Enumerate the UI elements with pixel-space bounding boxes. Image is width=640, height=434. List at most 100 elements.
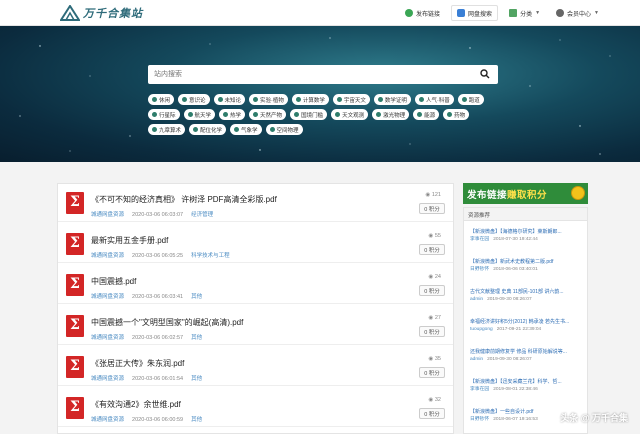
item-source[interactable]: 城通网盘资源 bbox=[91, 335, 124, 341]
item-category[interactable]: 其他 bbox=[191, 294, 202, 300]
recommend-user[interactable]: 日野钞怀 bbox=[470, 417, 489, 422]
list-item[interactable]: Σ 中国震撼.pdf 城通网盘资源 2020-03-06 06:03:41 其他 ◉… bbox=[58, 266, 453, 304]
tag[interactable]: 人气·科普 bbox=[414, 94, 454, 105]
pdf-file-icon: Σ bbox=[66, 192, 84, 214]
recommend-item[interactable]: 【新浪微盘】【海德格尔研究】莱斯朗郎... 李事在园 2018-07-30 19:… bbox=[470, 228, 582, 254]
item-category[interactable]: 科学技术与工程 bbox=[191, 253, 230, 259]
watermark: 头条 @ 万千合集 bbox=[545, 411, 628, 424]
tag[interactable]: 行星际 bbox=[148, 109, 180, 120]
list-item[interactable]: Σ 《不可不知的经济真相》 许树泽 PDF高清全彩版.pdf 城通网盘资源 202… bbox=[58, 184, 453, 222]
tag[interactable]: 国境门槛 bbox=[290, 109, 328, 120]
tag-label: 能源 bbox=[424, 112, 436, 119]
recommend-user[interactable]: 李事在园 bbox=[470, 387, 489, 392]
tag[interactable]: 数学证明 bbox=[373, 94, 411, 105]
search-input[interactable] bbox=[154, 68, 474, 81]
recommend-user[interactable]: admin bbox=[470, 357, 483, 362]
item-title[interactable]: 中国震撼一个"文明型国家"的崛起(高清).pdf bbox=[91, 317, 243, 328]
item-source[interactable]: 城通网盘资源 bbox=[91, 417, 124, 423]
search-icon[interactable] bbox=[480, 69, 490, 79]
tag[interactable]: 药物 bbox=[443, 109, 470, 120]
recommend-user[interactable]: tuoupgong bbox=[470, 327, 493, 332]
user-icon bbox=[556, 9, 565, 17]
tag[interactable]: 能源 bbox=[413, 109, 440, 120]
recommend-title[interactable]: 【新浪微盘】【迅安采藏兰花】科学、哲... bbox=[470, 378, 582, 386]
recommend-user[interactable]: 李事在园 bbox=[470, 237, 489, 242]
recommend-title[interactable]: 幸福经济讲好积5分(2012) 韩承凌 若先生书... bbox=[470, 318, 582, 326]
recommend-meta: 李事在园 2019-08-01 22:38:46 bbox=[470, 386, 582, 393]
item-title[interactable]: 《不可不知的经济真相》 许树泽 PDF高清全彩版.pdf bbox=[91, 194, 277, 205]
points-button[interactable]: 0 积分 bbox=[419, 326, 445, 337]
item-source[interactable]: 城通网盘资源 bbox=[91, 253, 124, 259]
view-count: ◉ 35 bbox=[428, 356, 441, 362]
view-count-value: 24 bbox=[434, 274, 441, 280]
recommend-item[interactable]: 古代文献整理 史典 11部民-101部 讲六韵... admin 2019-09-… bbox=[470, 288, 582, 314]
site-logo[interactable]: 万千合集站 bbox=[60, 4, 143, 22]
tag[interactable]: 航天学 bbox=[183, 109, 216, 120]
item-source[interactable]: 城通网盘资源 bbox=[91, 294, 124, 300]
recommend-title[interactable]: 还我健康前期修复学 修品 科研原始解说等... bbox=[470, 348, 582, 356]
logo-mountain-icon bbox=[60, 5, 80, 21]
tag-bullet-icon bbox=[335, 112, 341, 117]
recommend-title[interactable]: 【新浪微盘】【海德格尔研究】莱斯朗郎... bbox=[470, 228, 582, 236]
tag[interactable]: 热学 bbox=[219, 109, 246, 120]
tag[interactable]: 激光物理 bbox=[372, 109, 410, 120]
item-category[interactable]: 其他 bbox=[191, 335, 202, 341]
recommend-user[interactable]: admin bbox=[470, 297, 483, 302]
tag[interactable]: 天然产物 bbox=[249, 109, 287, 120]
item-title[interactable]: 中国震撼.pdf bbox=[91, 276, 136, 287]
earn-points-banner[interactable]: 发布链接赚取积分 bbox=[463, 183, 588, 204]
banner-text: 发布链接赚取积分 bbox=[467, 187, 547, 201]
points-button[interactable]: 0 积分 bbox=[419, 285, 445, 296]
publish-link-button[interactable]: 发布链接 bbox=[400, 5, 446, 21]
item-title[interactable]: 最新实用五金手册.pdf bbox=[91, 235, 168, 246]
list-item[interactable]: Σ 最新实用五金手册.pdf 城通网盘资源 2020-03-06 06:05:25… bbox=[58, 225, 453, 263]
recommend-user[interactable]: 日野钞怀 bbox=[470, 267, 489, 272]
tag[interactable]: 宇宙天文 bbox=[332, 94, 370, 105]
tag-bullet-icon bbox=[152, 112, 157, 117]
member-center-menu[interactable]: 会员中心 ▼ bbox=[551, 5, 604, 21]
tag[interactable]: 九章算术 bbox=[148, 124, 186, 135]
item-category[interactable]: 其他 bbox=[191, 417, 202, 423]
list-item[interactable]: Σ 《张居正大传》朱东润.pdf 城通网盘资源 2020-03-06 06:01:… bbox=[58, 348, 453, 386]
tag-bullet-icon bbox=[376, 112, 382, 117]
item-category[interactable]: 其他 bbox=[191, 376, 202, 382]
points-button[interactable]: 0 积分 bbox=[419, 244, 445, 255]
chevron-down-icon: ▼ bbox=[535, 10, 541, 16]
recommend-item[interactable]: 幸福经济讲好积5分(2012) 韩承凌 若先生书... tuoupgong 201… bbox=[470, 318, 582, 344]
item-title[interactable]: 《张居正大传》朱东润.pdf bbox=[91, 358, 184, 369]
item-title[interactable]: 《有效沟通2》余世维.pdf bbox=[91, 399, 181, 410]
points-button[interactable]: 0 积分 bbox=[419, 408, 445, 419]
cloud-search-button[interactable]: 网盘搜索 bbox=[451, 5, 499, 21]
tag[interactable]: 休闲 bbox=[148, 94, 175, 105]
recommend-title[interactable]: 【新浪微盘】新武术史教程第二版.pdf bbox=[470, 258, 582, 266]
list-item[interactable]: Σ 中国震撼一个"文明型国家"的崛起(高清).pdf 城通网盘资源 2020-03… bbox=[58, 307, 453, 345]
tag[interactable]: 配位化学 bbox=[189, 124, 227, 135]
category-menu[interactable]: 分类 ▼ bbox=[504, 5, 546, 21]
tag[interactable]: 空间物理 bbox=[265, 124, 303, 135]
tag-label: 航天学 bbox=[194, 112, 212, 119]
recommend-meta: tuoupgong 2017-09-21 22:39:04 bbox=[470, 326, 582, 333]
tag-bullet-icon bbox=[223, 112, 229, 117]
tag[interactable]: 跑道 bbox=[457, 94, 484, 105]
item-source[interactable]: 城通网盘资源 bbox=[91, 376, 124, 382]
tag[interactable]: 天文观测 bbox=[331, 109, 369, 120]
recommend-item[interactable]: 【新浪微盘】【迅安采藏兰花】科学、哲... 李事在园 2019-08-01 22:… bbox=[470, 378, 582, 404]
list-item[interactable]: Σ 《有效沟通2》余世维.pdf 城通网盘资源 2020-03-06 06:00:… bbox=[58, 389, 453, 427]
points-button[interactable]: 0 积分 bbox=[419, 367, 445, 378]
recommend-item[interactable]: 还我健康前期修复学 修品 科研原始解说等... admin 2019-09-30 … bbox=[470, 348, 582, 374]
tag-label: 国境门槛 bbox=[301, 112, 324, 119]
item-source[interactable]: 城通网盘资源 bbox=[91, 212, 124, 218]
tag-bullet-icon bbox=[182, 97, 188, 102]
points-button[interactable]: 0 积分 bbox=[419, 203, 445, 214]
item-category[interactable]: 经济管理 bbox=[191, 212, 213, 218]
tag[interactable]: 气象学 bbox=[230, 124, 262, 135]
tag[interactable]: 实验·植物 bbox=[249, 94, 288, 105]
publish-icon bbox=[405, 9, 414, 17]
tag[interactable]: 意识论 bbox=[178, 94, 210, 105]
tag-label: 天文观测 bbox=[342, 112, 365, 119]
tag[interactable]: 未知论 bbox=[213, 94, 246, 105]
tag[interactable]: 计算数学 bbox=[291, 94, 329, 105]
cloud-search-icon bbox=[457, 9, 466, 17]
recommend-title[interactable]: 古代文献整理 史典 11部民-101部 讲六韵... bbox=[470, 288, 582, 296]
recommend-item[interactable]: 【新浪微盘】新武术史教程第二版.pdf 日野钞怀 2018-06-06 03:40… bbox=[470, 258, 582, 284]
